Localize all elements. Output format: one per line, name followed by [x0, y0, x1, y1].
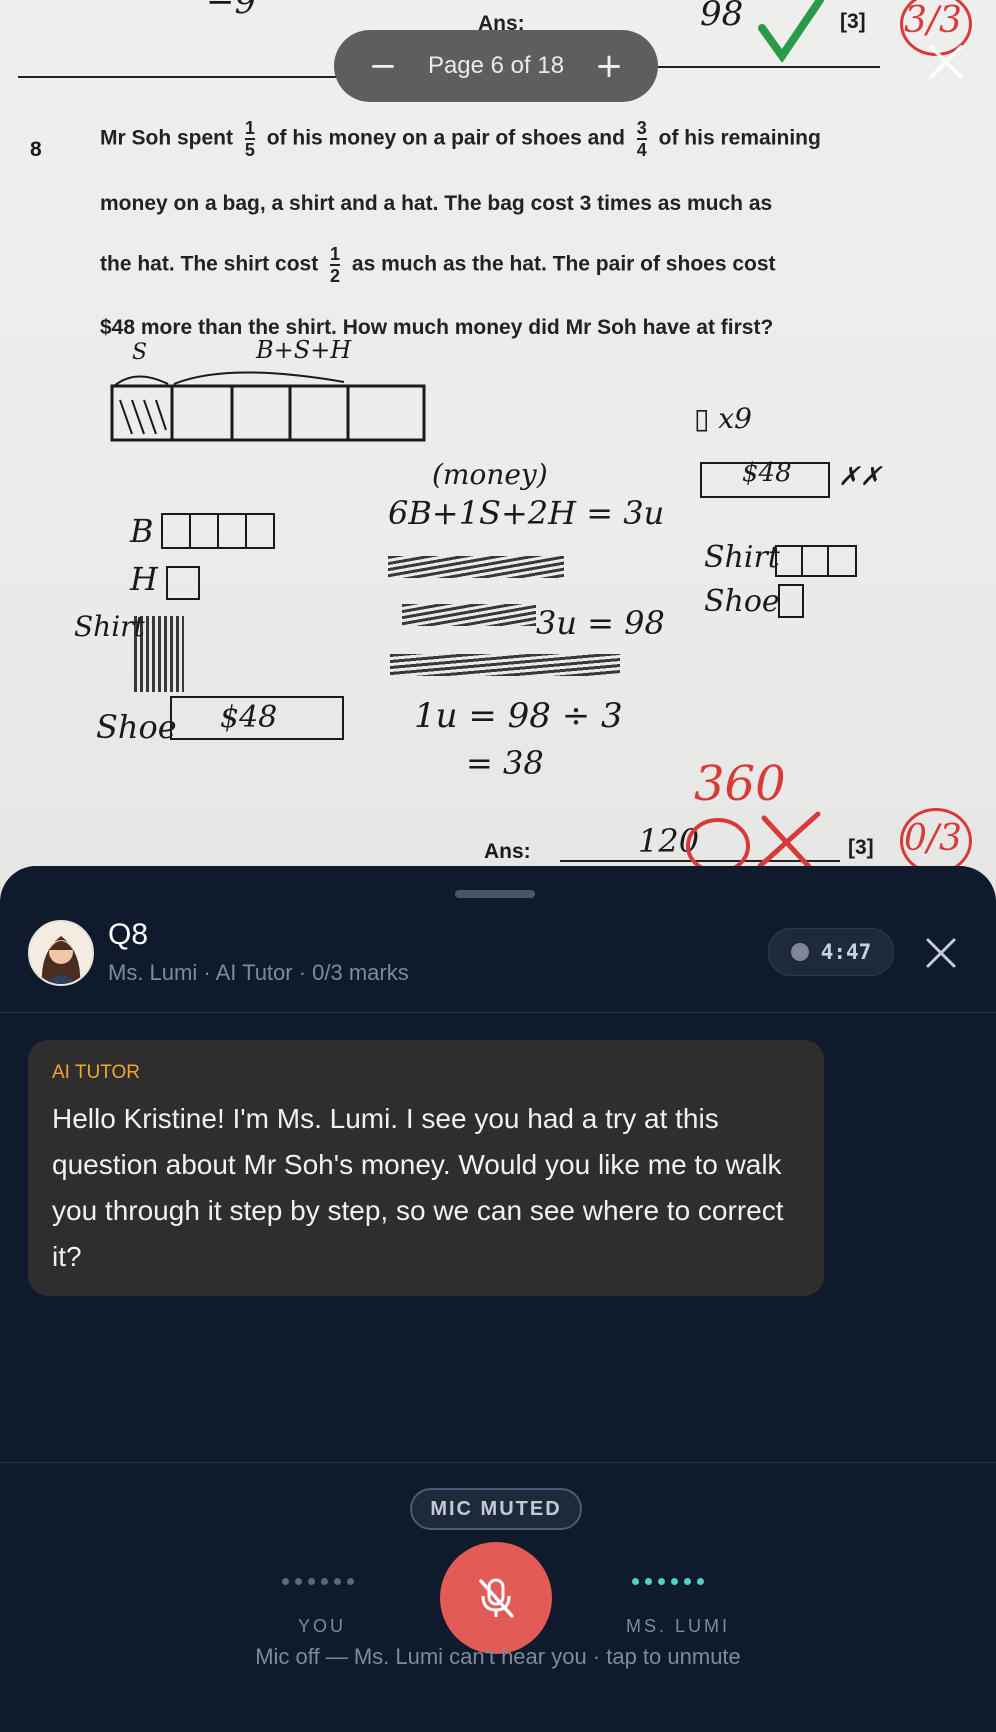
you-level-dots [282, 1578, 354, 1585]
worksheet-image: −9 Ans: 98 [3] 3/3 − Page 6 of 18 + 8 Mr… [0, 0, 996, 900]
crossed-out-2 [402, 604, 536, 626]
bag-boxes [161, 513, 275, 549]
label-h: H [130, 560, 158, 598]
crossed-out-shirt [134, 616, 184, 692]
fraction-three-quarters: 34 [636, 118, 647, 160]
mic-status-badge: MIC MUTED [410, 1488, 582, 1530]
zoom-in-button[interactable]: + [594, 49, 624, 83]
tutor-subtitle: Ms. Lumi · AI Tutor · 0/3 marks [108, 960, 409, 985]
close-viewer-icon[interactable] [928, 44, 964, 80]
question-title: Q8 [108, 918, 149, 951]
hat-box [166, 566, 200, 600]
equation-3: 1u = 98 ÷ 3 [414, 696, 623, 736]
equation-1: 6B+1S+2H = 3u [388, 494, 665, 532]
close-icon[interactable] [924, 936, 958, 970]
shoe-box-a-label: $48 [220, 700, 278, 735]
label-x9: ▯ x9 [694, 402, 752, 435]
label-shoe-b: Shoe [704, 584, 780, 619]
tutor-level-dots [632, 1578, 704, 1585]
question-line-4: $48 more than the shirt. How much money … [100, 316, 774, 339]
page-indicator: Page 6 of 18 [427, 52, 565, 79]
drag-handle[interactable] [455, 890, 535, 898]
bar-model-drawing [110, 371, 426, 442]
label-b: B [130, 512, 154, 550]
session-timer: 4:47 [768, 928, 894, 976]
fraction-one-half: 12 [330, 244, 341, 286]
mic-toggle-button[interactable] [440, 1542, 552, 1654]
fraction-one-fifth: 15 [244, 118, 255, 160]
header-divider [0, 1012, 996, 1013]
ans-label: Ans: [484, 840, 531, 863]
mic-off-icon [479, 1578, 514, 1618]
mic-hint[interactable]: Mic off — Ms. Lumi can't hear you · tap … [0, 1644, 996, 1670]
timer-icon [790, 943, 809, 961]
crossed-out-1 [388, 556, 564, 578]
answer-marks: [3] [848, 836, 874, 859]
box-48-right-label: $48 [742, 458, 792, 488]
label-money: (money) [432, 458, 548, 491]
question-line-2: money on a bag, a shirt and a hat. The b… [100, 192, 773, 215]
zoom-out-button[interactable]: − [368, 49, 398, 83]
tutor-label: MS. LUMI [626, 1616, 731, 1636]
answer-score: 0/3 [904, 818, 962, 859]
scribble-right: ✗✗ [838, 462, 882, 492]
tutor-avatar [28, 920, 94, 986]
label-shirt-b: Shirt [704, 540, 780, 575]
message-text: Hello Kristine! I'm Ms. Lumi. I see you … [52, 1103, 784, 1272]
prev-marks: [3] [840, 10, 866, 33]
message-tag: AI TUTOR [52, 1062, 140, 1083]
equation-2: 3u = 98 [536, 604, 665, 642]
question-line-1: Mr Soh spent 15 of his money on a pair o… [100, 118, 821, 160]
prev-score: 3/3 [904, 0, 962, 41]
footer-divider [0, 1462, 996, 1463]
crossed-out-3 [390, 654, 620, 676]
tutor-panel: Q8 Ms. Lumi · AI Tutor · 0/3 marks 4:47 … [0, 866, 996, 1732]
tutor-message: AI TUTOR Hello Kristine! I'm Ms. Lumi. I… [28, 1040, 824, 1296]
question-number: 8 [30, 138, 42, 161]
correction-value: 360 [694, 756, 786, 812]
shirt-boxes [775, 545, 857, 577]
rule-left [18, 76, 336, 78]
equation-4: = 38 [466, 744, 544, 782]
you-label: YOU [298, 1616, 347, 1636]
prev-answer-value: 98 [700, 0, 744, 34]
scribble-top: −9 [206, 0, 257, 22]
tick-icon [758, 0, 824, 62]
timer-value: 4:47 [820, 940, 872, 964]
shoe-box-b [778, 584, 804, 618]
question-line-3: the hat. The shirt cost 12 as much as th… [100, 244, 776, 286]
label-shoe-a: Shoe [96, 708, 177, 746]
page-pager: − Page 6 of 18 + [334, 30, 658, 102]
rule-right [656, 66, 880, 68]
